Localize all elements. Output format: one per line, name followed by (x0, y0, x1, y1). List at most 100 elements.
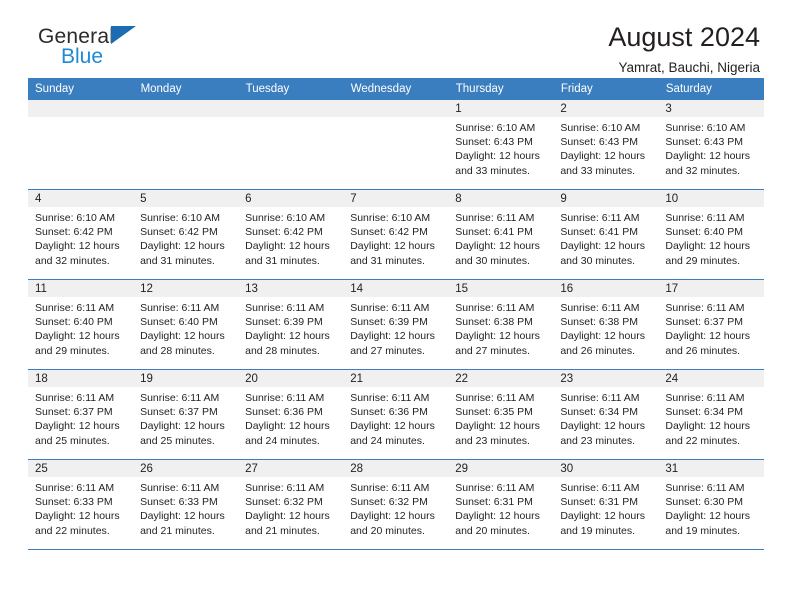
calendar-day-cell[interactable]: 18 Sunrise: 6:11 AM Sunset: 6:37 PM Dayligh… (28, 369, 134, 460)
day-details: Sunrise: 6:11 AM Sunset: 6:32 PM Daylight:… (238, 477, 343, 538)
calendar-day-cell[interactable]: 16 Sunrise: 6:11 AM Sunset: 6:38 PM Dayligh… (553, 279, 659, 370)
sunrise-text: Sunrise: 6:10 AM (35, 212, 115, 224)
daylight-text: Daylight: 12 hours (560, 150, 645, 163)
calendar-week-row: 11 Sunrise: 6:11 AM Sunset: 6:40 PM Dayligh… (28, 279, 764, 370)
calendar-day-cell[interactable]: 26 Sunrise: 6:11 AM Sunset: 6:33 PM Dayligh… (133, 459, 239, 550)
sunrise-text: Sunrise: 6:11 AM (455, 392, 535, 404)
sunrise-text: Sunrise: 6:11 AM (35, 302, 115, 314)
calendar-week-row: 25 Sunrise: 6:11 AM Sunset: 6:33 PM Dayligh… (28, 459, 764, 550)
calendar-day-cell[interactable]: 19 Sunrise: 6:11 AM Sunset: 6:37 PM Dayligh… (133, 369, 239, 460)
general-blue-logo[interactable]: General Blue (28, 22, 148, 72)
calendar-day-cell[interactable]: 11 Sunrise: 6:11 AM Sunset: 6:40 PM Dayligh… (28, 279, 134, 370)
day-number: 31 (658, 460, 764, 477)
calendar-day-cell[interactable]: 15 Sunrise: 6:11 AM Sunset: 6:38 PM Dayligh… (448, 279, 554, 370)
daylight-text: Daylight: 12 hours (665, 420, 751, 433)
calendar-cell-empty (238, 100, 344, 190)
sunset-text: Sunset: 6:31 PM (560, 496, 638, 509)
day-details: Sunrise: 6:11 AM Sunset: 6:34 PM Daylight:… (553, 387, 658, 448)
calendar-day-cell[interactable]: 28 Sunrise: 6:11 AM Sunset: 6:32 PM Dayligh… (343, 459, 449, 550)
calendar-day-cell[interactable]: 24 Sunrise: 6:11 AM Sunset: 6:34 PM Dayligh… (658, 369, 764, 460)
sunrise-text: Sunrise: 6:10 AM (665, 122, 746, 134)
calendar-day-cell[interactable]: 20 Sunrise: 6:11 AM Sunset: 6:36 PM Dayligh… (238, 369, 344, 460)
day-number: 29 (448, 460, 554, 477)
calendar-day-cell[interactable]: 22 Sunrise: 6:11 AM Sunset: 6:35 PM Dayligh… (448, 369, 554, 460)
sunset-text: Sunset: 6:33 PM (140, 496, 218, 509)
calendar-day-cell[interactable]: 13 Sunrise: 6:11 AM Sunset: 6:39 PM Dayligh… (238, 279, 344, 370)
calendar-day-cell[interactable]: 5 Sunrise: 6:10 AM Sunset: 6:42 PM Daylight… (133, 189, 239, 280)
day-details: Sunrise: 6:10 AM Sunset: 6:43 PM Daylight:… (658, 117, 763, 178)
day-number: 23 (553, 370, 659, 387)
daylight-text: Daylight: 12 hours (665, 240, 751, 253)
daylight-text: Daylight: 12 hours (35, 330, 120, 343)
daylight-text: and 21 minutes. (140, 524, 215, 537)
calendar-day-cell[interactable]: 30 Sunrise: 6:11 AM Sunset: 6:31 PM Dayligh… (553, 459, 659, 550)
calendar-day-cell[interactable]: 7 Sunrise: 6:10 AM Sunset: 6:42 PM Daylight… (343, 189, 449, 280)
day-number (238, 100, 344, 117)
sunrise-text: Sunrise: 6:11 AM (560, 392, 640, 404)
day-number: 27 (238, 460, 344, 477)
daylight-text: Daylight: 12 hours (140, 330, 225, 343)
calendar-day-cell[interactable]: 12 Sunrise: 6:11 AM Sunset: 6:40 PM Dayligh… (133, 279, 239, 370)
sunset-text: Sunset: 6:37 PM (140, 406, 218, 419)
calendar-day-cell[interactable]: 29 Sunrise: 6:11 AM Sunset: 6:31 PM Dayligh… (448, 459, 554, 550)
day-details: Sunrise: 6:11 AM Sunset: 6:38 PM Daylight:… (448, 297, 553, 358)
day-details: Sunrise: 6:11 AM Sunset: 6:33 PM Daylight:… (133, 477, 238, 538)
day-number: 14 (343, 280, 449, 297)
calendar-day-cell[interactable]: 27 Sunrise: 6:11 AM Sunset: 6:32 PM Dayligh… (238, 459, 344, 550)
calendar-day-cell[interactable]: 14 Sunrise: 6:11 AM Sunset: 6:39 PM Dayligh… (343, 279, 449, 370)
calendar-day-cell[interactable]: 10 Sunrise: 6:11 AM Sunset: 6:40 PM Dayligh… (658, 189, 764, 280)
daylight-text: Daylight: 12 hours (560, 240, 645, 253)
calendar-day-cell[interactable]: 4 Sunrise: 6:10 AM Sunset: 6:42 PM Daylight… (28, 189, 134, 280)
calendar-day-cell[interactable]: 17 Sunrise: 6:11 AM Sunset: 6:37 PM Dayligh… (658, 279, 764, 370)
calendar-day-cell[interactable]: 8 Sunrise: 6:11 AM Sunset: 6:41 PM Daylight… (448, 189, 554, 280)
day-number: 20 (238, 370, 344, 387)
day-number: 3 (658, 100, 764, 117)
daylight-text: and 22 minutes. (35, 524, 110, 537)
daylight-text: and 32 minutes. (665, 164, 741, 177)
logo-text-blue: Blue (61, 45, 104, 68)
sunrise-text: Sunrise: 6:11 AM (140, 482, 220, 494)
sunrise-text: Sunrise: 6:10 AM (350, 212, 431, 224)
day-number: 30 (553, 460, 659, 477)
calendar-day-cell[interactable]: 25 Sunrise: 6:11 AM Sunset: 6:33 PM Dayligh… (28, 459, 134, 550)
day-details: Sunrise: 6:10 AM Sunset: 6:42 PM Daylight:… (238, 207, 343, 268)
daylight-text: and 30 minutes. (560, 254, 636, 267)
sunrise-text: Sunrise: 6:10 AM (560, 122, 641, 134)
logo-text-general: General (38, 25, 115, 48)
sunset-text: Sunset: 6:39 PM (350, 316, 428, 329)
day-details: Sunrise: 6:11 AM Sunset: 6:39 PM Daylight:… (238, 297, 343, 358)
day-number: 4 (28, 190, 134, 207)
day-number: 15 (448, 280, 554, 297)
daylight-text: and 20 minutes. (455, 524, 530, 537)
sunset-text: Sunset: 6:34 PM (560, 406, 638, 419)
day-details: Sunrise: 6:11 AM Sunset: 6:39 PM Daylight:… (343, 297, 448, 358)
sunrise-text: Sunrise: 6:10 AM (140, 212, 221, 224)
calendar-day-cell[interactable]: 2 Sunrise: 6:10 AM Sunset: 6:43 PM Daylight… (553, 100, 659, 190)
daylight-text: and 33 minutes. (455, 164, 530, 177)
calendar-day-cell[interactable]: 6 Sunrise: 6:10 AM Sunset: 6:42 PM Daylight… (238, 189, 344, 280)
daylight-text: and 28 minutes. (140, 344, 215, 357)
calendar-day-cell[interactable]: 9 Sunrise: 6:11 AM Sunset: 6:41 PM Daylight… (553, 189, 659, 280)
calendar-day-cell[interactable]: 21 Sunrise: 6:11 AM Sunset: 6:36 PM Dayligh… (343, 369, 449, 460)
calendar-day-cell[interactable]: 3 Sunrise: 6:10 AM Sunset: 6:43 PM Daylight… (658, 100, 764, 190)
daylight-text: Daylight: 12 hours (140, 240, 225, 253)
sunrise-text: Sunrise: 6:11 AM (665, 212, 745, 224)
calendar-day-cell[interactable]: 1 Sunrise: 6:10 AM Sunset: 6:43 PM Daylight… (448, 100, 554, 190)
day-details: Sunrise: 6:11 AM Sunset: 6:36 PM Daylight:… (343, 387, 448, 448)
daylight-text: Daylight: 12 hours (245, 240, 330, 253)
sunset-text: Sunset: 6:43 PM (455, 136, 533, 149)
daylight-text: and 24 minutes. (245, 434, 320, 447)
day-details: Sunrise: 6:11 AM Sunset: 6:41 PM Daylight:… (553, 207, 658, 268)
daylight-text: Daylight: 12 hours (350, 240, 435, 253)
sunrise-text: Sunrise: 6:11 AM (350, 482, 430, 494)
daylight-text: Daylight: 12 hours (245, 330, 330, 343)
calendar-day-cell[interactable]: 31 Sunrise: 6:11 AM Sunset: 6:30 PM Dayligh… (658, 459, 764, 550)
sunrise-text: Sunrise: 6:11 AM (245, 482, 325, 494)
calendar-day-cell[interactable]: 23 Sunrise: 6:11 AM Sunset: 6:34 PM Dayligh… (553, 369, 659, 460)
day-details: Sunrise: 6:10 AM Sunset: 6:42 PM Daylight:… (133, 207, 238, 268)
daylight-text: and 28 minutes. (245, 344, 320, 357)
day-number: 17 (658, 280, 764, 297)
sunset-text: Sunset: 6:35 PM (455, 406, 533, 419)
sunset-text: Sunset: 6:40 PM (35, 316, 113, 329)
day-details: Sunrise: 6:11 AM Sunset: 6:32 PM Daylight:… (343, 477, 448, 538)
